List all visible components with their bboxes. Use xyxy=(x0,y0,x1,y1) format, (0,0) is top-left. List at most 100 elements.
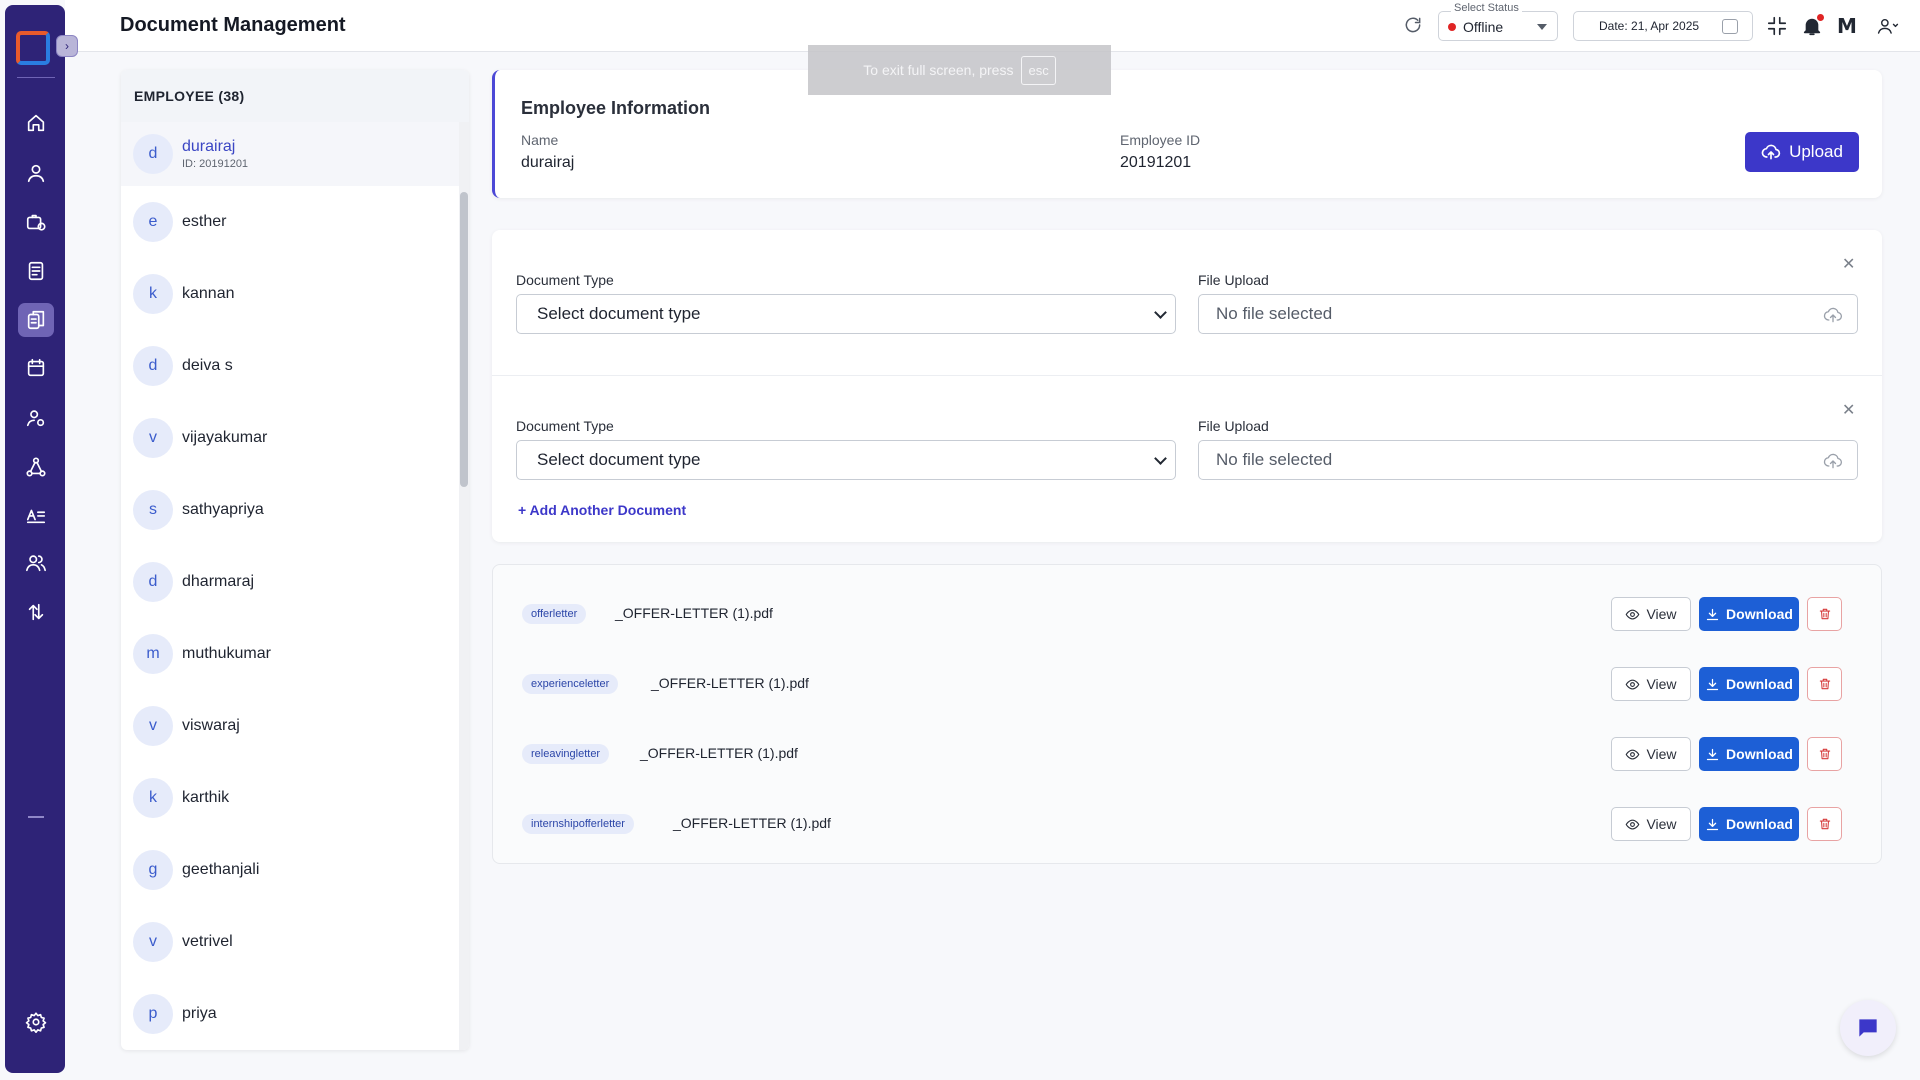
view-button-label: View xyxy=(1646,606,1677,622)
avatar: v xyxy=(133,922,173,962)
download-button-label: Download xyxy=(1726,816,1793,832)
exit-fullscreen-button[interactable] xyxy=(1765,14,1789,38)
upload-button[interactable]: Upload xyxy=(1745,132,1859,172)
document-type-tag: releavingletter xyxy=(522,744,610,764)
employee-name: deiva s xyxy=(182,357,233,374)
employee-item[interactable]: v vetrivel xyxy=(121,906,459,978)
download-button-label: Download xyxy=(1726,746,1793,762)
chat-button[interactable] xyxy=(1840,1000,1896,1056)
file-upload-value: No file selected xyxy=(1216,304,1333,323)
avatar: g xyxy=(133,850,173,890)
remove-row-close-icon[interactable]: ✕ xyxy=(1842,254,1855,274)
employee-name: viswaraj xyxy=(182,717,240,734)
sidebar-item-user-settings[interactable] xyxy=(18,401,54,435)
uploaded-documents-list: offerletter _OFFER-LETTER (1).pdf View D… xyxy=(492,564,1882,864)
employee-item[interactable]: d deiva s xyxy=(121,330,459,402)
download-icon xyxy=(1706,608,1719,620)
file-upload-input[interactable]: No file selected xyxy=(1198,440,1858,480)
status-select[interactable]: Select Status Offline xyxy=(1438,2,1558,41)
document-list-item: offerletter _OFFER-LETTER (1).pdf View D… xyxy=(493,593,1883,633)
date-picker[interactable]: Date: 21, Apr 2025 xyxy=(1573,11,1753,41)
sidebar-collapse-button[interactable]: › xyxy=(56,35,78,57)
view-button[interactable]: View xyxy=(1611,667,1691,701)
document-type-select[interactable]: Select document type xyxy=(516,294,1176,334)
employee-heading: EMPLOYEE (38) xyxy=(121,70,469,122)
employee-item[interactable]: d dharmaraj xyxy=(121,546,459,618)
trash-icon xyxy=(1819,748,1830,760)
delete-button[interactable] xyxy=(1807,807,1842,841)
download-button[interactable]: Download xyxy=(1699,597,1799,631)
employee-name: vijayakumar xyxy=(182,429,268,446)
mail-button[interactable]: M xyxy=(1835,14,1859,38)
file-upload-label: File Upload xyxy=(1198,272,1269,288)
employee-item[interactable]: k kannan xyxy=(121,258,459,330)
employee-item[interactable]: s sathyapriya xyxy=(121,474,459,546)
app-logo[interactable] xyxy=(16,31,50,65)
employee-panel: EMPLOYEE (38) d durairaj ID: 20191201 ee… xyxy=(121,70,469,1050)
document-file-name: _OFFER-LETTER (1).pdf xyxy=(673,815,831,831)
user-settings-icon xyxy=(26,410,45,427)
download-button[interactable]: Download xyxy=(1699,807,1799,841)
download-button[interactable]: Download xyxy=(1699,667,1799,701)
sidebar-item-home[interactable] xyxy=(18,106,54,140)
sidebar-item-profile[interactable] xyxy=(18,156,54,190)
employee-item[interactable]: v vijayakumar xyxy=(121,402,459,474)
toast-key: esc xyxy=(1021,55,1056,85)
file-upload-input[interactable]: No file selected xyxy=(1198,294,1858,334)
document-file-name: _OFFER-LETTER (1).pdf xyxy=(640,745,798,761)
document-type-select[interactable]: Select document type xyxy=(516,440,1176,480)
delete-button[interactable] xyxy=(1807,667,1842,701)
employee-id: ID: 20191201 xyxy=(182,158,249,170)
document-icon xyxy=(28,261,44,281)
sidebar-item-documents[interactable] xyxy=(18,303,54,337)
refresh-button[interactable] xyxy=(1403,15,1425,37)
employee-item[interactable]: e esther xyxy=(121,186,459,258)
employee-item[interactable]: v viswaraj xyxy=(121,690,459,762)
sidebar-item-attendance[interactable] xyxy=(18,205,54,239)
toast-text: To exit full screen, press xyxy=(863,62,1014,78)
employee-item[interactable]: m muthukumar xyxy=(121,618,459,690)
document-file-name: _OFFER-LETTER (1).pdf xyxy=(651,675,809,691)
sidebar-item-users[interactable] xyxy=(18,546,54,580)
cloud-upload-icon xyxy=(1823,453,1842,469)
view-button[interactable]: View xyxy=(1611,597,1691,631)
employee-info-card: Employee Information Name durairaj Emplo… xyxy=(492,70,1882,198)
employee-item[interactable]: p priya xyxy=(121,978,459,1050)
employee-item[interactable]: k karthik xyxy=(121,762,459,834)
notifications-button[interactable] xyxy=(1800,14,1824,38)
add-another-document-button[interactable]: + Add Another Document xyxy=(518,502,686,518)
sidebar-item-network[interactable] xyxy=(18,450,54,484)
employee-name: dharmaraj xyxy=(182,573,255,590)
employee-list[interactable]: d durairaj ID: 20191201 e esther k kannan … xyxy=(121,122,459,1050)
view-button[interactable]: View xyxy=(1611,807,1691,841)
trash-icon xyxy=(1819,818,1830,830)
file-upload-label: File Upload xyxy=(1198,418,1269,434)
document-type-value: Select document type xyxy=(537,304,701,323)
fullscreen-toast: To exit full screen, press esc xyxy=(808,45,1111,95)
employee-list-scroll-thumb[interactable] xyxy=(460,192,468,487)
gmail-icon: M xyxy=(1837,14,1857,38)
status-value: Offline xyxy=(1463,19,1504,35)
employee-item[interactable]: g geethanjali xyxy=(121,834,459,906)
employee-id-value: 20191201 xyxy=(1120,154,1192,171)
minimize-icon xyxy=(1767,16,1787,36)
transfer-icon xyxy=(28,603,44,621)
delete-button[interactable] xyxy=(1807,737,1842,771)
sidebar-item-transfer[interactable] xyxy=(18,595,54,629)
employee-item-selected[interactable]: d durairaj ID: 20191201 xyxy=(121,122,459,186)
avatar: v xyxy=(133,706,173,746)
sidebar-item-calendar[interactable] xyxy=(18,351,54,385)
view-button[interactable]: View xyxy=(1611,737,1691,771)
delete-button[interactable] xyxy=(1807,597,1842,631)
remove-row-close-icon[interactable]: ✕ xyxy=(1842,400,1855,420)
documents-icon xyxy=(27,310,45,330)
sidebar-item-reports[interactable] xyxy=(18,254,54,288)
sidebar-item-settings[interactable] xyxy=(18,1005,54,1039)
employee-name: durairaj xyxy=(182,138,236,155)
sidebar-item-text[interactable] xyxy=(18,498,54,532)
download-button[interactable]: Download xyxy=(1699,737,1799,771)
sidebar-divider xyxy=(17,77,55,78)
document-type-label: Document Type xyxy=(516,272,614,288)
profile-menu-button[interactable] xyxy=(1873,14,1903,38)
document-file-name: _OFFER-LETTER (1).pdf xyxy=(615,605,773,621)
